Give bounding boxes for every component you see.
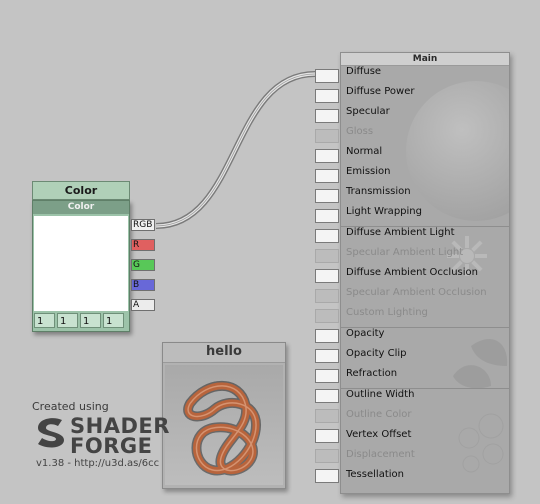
main-node[interactable]: Main Diffuse Diffuse Power Specular Glos… [340, 52, 510, 494]
main-input-normal: Normal [341, 146, 509, 166]
main-input-displacement: Displacement [341, 449, 509, 469]
preview-node-title[interactable]: hello [163, 343, 285, 363]
input-port-diffuse[interactable] [315, 69, 339, 83]
input-port-specular[interactable] [315, 109, 339, 123]
main-input-gloss: Gloss [341, 126, 509, 146]
logo-line-forge: FORGE [70, 434, 153, 458]
color-node-title[interactable]: Color [32, 181, 130, 200]
main-input-label: Custom Lighting [346, 307, 428, 318]
input-port-tessellation[interactable] [315, 469, 339, 483]
main-input-label: Diffuse Ambient Occlusion [346, 267, 478, 278]
main-input-outline-color: Outline Color [341, 409, 509, 429]
input-port-emission[interactable] [315, 169, 339, 183]
main-input-label: Displacement [346, 449, 415, 460]
input-port-opacity[interactable] [315, 329, 339, 343]
input-port-specular-ambient-occlusion [315, 289, 339, 303]
input-port-outline-color [315, 409, 339, 423]
main-input-emission: Emission [341, 166, 509, 186]
output-port-b[interactable]: B [131, 279, 155, 291]
main-input-specular-ambient-occlusion: Specular Ambient Occlusion [341, 287, 509, 307]
main-input-label: Diffuse Ambient Light [346, 227, 455, 238]
main-node-title[interactable]: Main [341, 53, 509, 66]
color-node-body[interactable]: Color 1111 [32, 200, 130, 332]
main-input-opacity-clip: Opacity Clip [341, 348, 509, 368]
input-port-diffuse-ambient-light[interactable] [315, 229, 339, 243]
color-value-field[interactable]: 1 [57, 313, 78, 328]
main-input-label: Refraction [346, 368, 398, 379]
shader-forge-branding: Created using SHADER FORGE v1.38 - http:… [32, 400, 169, 469]
main-input-specular-ambient-light: Specular Ambient Light [341, 247, 509, 267]
input-port-specular-ambient-light [315, 249, 339, 263]
created-using-label: Created using [32, 400, 109, 413]
main-input-label: Diffuse [346, 66, 382, 77]
main-input-label: Outline Width [346, 389, 415, 400]
main-input-label: Vertex Offset [346, 429, 412, 440]
main-input-label: Specular Ambient Light [346, 247, 464, 258]
color-swatch[interactable] [34, 216, 128, 311]
torus-knot-preview [183, 380, 262, 476]
color-node-header: Color [33, 201, 129, 214]
connection-wire-center [155, 73, 316, 227]
main-input-label: Transmission [346, 186, 411, 197]
main-input-label: Tessellation [346, 469, 404, 480]
main-input-label: Diffuse Power [346, 86, 415, 97]
main-input-custom-lighting: Custom Lighting [341, 307, 509, 327]
shader-forge-logo-icon [38, 418, 64, 448]
main-input-specular: Specular [341, 106, 509, 126]
color-value-fields: 1111 [33, 311, 129, 330]
main-input-diffuse-power: Diffuse Power [341, 86, 509, 106]
color-value-field[interactable]: 1 [80, 313, 101, 328]
color-value-field[interactable]: 1 [103, 313, 124, 328]
input-port-diffuse-power[interactable] [315, 89, 339, 103]
output-port-r[interactable]: R [131, 239, 155, 251]
main-input-opacity: Opacity [341, 327, 509, 348]
output-port-g[interactable]: G [131, 259, 155, 271]
main-input-tessellation: Tessellation [341, 469, 509, 489]
main-input-label: Gloss [346, 126, 374, 137]
main-node-inputs: Diffuse Diffuse Power Specular Gloss Normal E… [341, 66, 509, 489]
main-input-label: Opacity [346, 328, 385, 339]
main-input-diffuse-ambient-occlusion: Diffuse Ambient Occlusion [341, 267, 509, 287]
main-input-label: Emission [346, 166, 391, 177]
version-label: v1.38 - http://u3d.as/6cc [36, 458, 160, 469]
input-port-refraction[interactable] [315, 369, 339, 383]
main-input-label: Normal [346, 146, 383, 157]
input-port-gloss [315, 129, 339, 143]
preview-node[interactable]: hello [162, 342, 286, 489]
main-input-transmission: Transmission [341, 186, 509, 206]
input-port-transmission[interactable] [315, 189, 339, 203]
input-port-opacity-clip[interactable] [315, 349, 339, 363]
preview-viewport[interactable] [165, 365, 283, 485]
input-port-displacement [315, 449, 339, 463]
main-input-diffuse-ambient-light: Diffuse Ambient Light [341, 226, 509, 247]
main-input-label: Opacity Clip [346, 348, 407, 359]
main-input-diffuse: Diffuse [341, 66, 509, 86]
input-port-custom-lighting [315, 309, 339, 323]
output-port-a[interactable]: A [131, 299, 155, 311]
main-input-label: Specular Ambient Occlusion [346, 287, 487, 298]
input-port-normal[interactable] [315, 149, 339, 163]
output-port-rgb[interactable]: RGB [131, 219, 155, 231]
main-input-label: Light Wrapping [346, 206, 422, 217]
main-input-label: Outline Color [346, 409, 412, 420]
color-value-field[interactable]: 1 [34, 313, 55, 328]
main-input-label: Specular [346, 106, 390, 117]
input-port-vertex-offset[interactable] [315, 429, 339, 443]
main-input-outline-width: Outline Width [341, 388, 509, 409]
input-port-diffuse-ambient-occlusion[interactable] [315, 269, 339, 283]
input-port-outline-width[interactable] [315, 389, 339, 403]
main-input-refraction: Refraction [341, 368, 509, 388]
input-port-light-wrapping[interactable] [315, 209, 339, 223]
main-input-light-wrapping: Light Wrapping [341, 206, 509, 226]
main-input-vertex-offset: Vertex Offset [341, 429, 509, 449]
